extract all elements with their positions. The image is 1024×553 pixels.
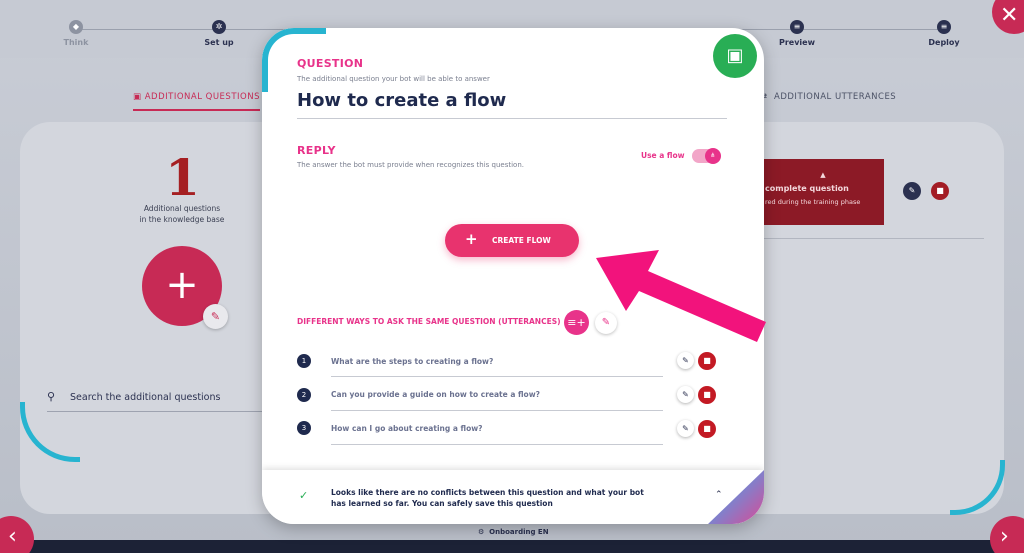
flow-icon: ⋔ <box>705 148 721 164</box>
card-title: complete question <box>765 184 849 193</box>
conflict-notice: ✓ Looks like there are no conflicts betw… <box>262 470 764 524</box>
plus-icon: + <box>165 262 199 308</box>
create-flow-label: CREATE FLOW <box>492 236 551 245</box>
questions-count-label: Additional questions in the knowledge ba… <box>122 203 242 225</box>
save-icon: ▣ <box>726 45 744 66</box>
card-subtitle: red during the training phase <box>765 198 861 206</box>
reply-subheading: The answer the bot must provide when rec… <box>297 161 524 169</box>
divider <box>762 238 984 239</box>
edit-button[interactable]: ✎ <box>203 304 228 329</box>
delete-utterance-button[interactable]: ■ <box>698 386 716 404</box>
delete-button[interactable]: ■ <box>931 182 949 200</box>
edit-utterance-button[interactable]: ✎ <box>677 352 694 369</box>
question-modal: ▣ QUESTION The additional question your … <box>262 28 764 524</box>
utterances-heading: DIFFERENT WAYS TO ASK THE SAME QUESTION … <box>297 317 561 326</box>
delete-utterance-button[interactable]: ■ <box>698 420 716 438</box>
divider <box>331 410 663 411</box>
incomplete-question-card[interactable]: ▲ complete question red during the train… <box>762 159 884 225</box>
trash-icon: ■ <box>703 356 711 365</box>
chevron-left-icon: ‹ <box>8 524 17 549</box>
step-setup[interactable]: ✲ Set up <box>179 20 259 47</box>
use-flow-label: Use a flow <box>641 151 685 160</box>
trash-icon: ■ <box>703 390 711 399</box>
onboarding-language[interactable]: ⚙ Onboarding EN <box>478 528 549 536</box>
warning-icon: ▲ <box>820 171 826 179</box>
count-label-line: Additional questions <box>143 204 221 213</box>
notice-text: Looks like there are no conflicts betwee… <box>331 488 644 508</box>
questions-count: 1 <box>165 148 200 207</box>
prev-button[interactable]: ‹ <box>0 516 34 553</box>
tab-label: ADDITIONAL UTTERANCES <box>774 92 897 102</box>
utterance-text[interactable]: What are the steps to creating a flow? <box>331 357 493 366</box>
search-placeholder: Search the additional questions <box>70 392 221 403</box>
question-heading: QUESTION <box>297 57 364 70</box>
bottom-bar <box>0 540 1024 553</box>
tab-additional-questions[interactable]: ▣ ADDITIONAL QUESTIONS <box>133 92 260 111</box>
trash-icon: ■ <box>936 186 944 195</box>
step-label: Deploy <box>928 38 960 47</box>
count-label-line: in the knowledge base <box>139 215 225 224</box>
reply-heading: REPLY <box>297 144 336 157</box>
utterance-number: 2 <box>297 388 311 402</box>
tab-additional-utterances[interactable]: ⇄ ADDITIONAL UTTERANCES <box>760 92 896 102</box>
deploy-icon: ≡ <box>937 20 951 34</box>
save-button[interactable]: ▣ <box>713 34 757 78</box>
step-label: Set up <box>204 38 234 47</box>
add-utterance-button[interactable]: ≡+ <box>564 310 589 335</box>
step-preview[interactable]: ≡ Preview <box>757 20 837 47</box>
playlist-add-icon: ≡+ <box>567 316 586 329</box>
pencil-icon: ✎ <box>682 356 689 365</box>
close-icon: ✕ <box>1000 3 1019 28</box>
question-subheading: The additional question your bot will be… <box>297 75 490 83</box>
decorative-arc <box>950 460 1005 515</box>
gear-icon: ✲ <box>212 20 226 34</box>
edit-utterance-button[interactable]: ✎ <box>677 420 694 437</box>
search-field[interactable]: ⚲ Search the additional questions <box>47 390 262 412</box>
utterance-text[interactable]: How can I go about creating a flow? <box>331 424 483 433</box>
trash-icon: ■ <box>703 424 711 433</box>
preview-icon: ≡ <box>790 20 804 34</box>
chevron-up-icon[interactable]: ⌃ <box>715 490 723 500</box>
shield-icon: ◆ <box>69 20 83 34</box>
edit-utterances-button[interactable]: ✎ <box>595 312 617 334</box>
use-flow-toggle[interactable]: ⋔ <box>692 148 721 164</box>
edit-utterance-button[interactable]: ✎ <box>677 386 694 403</box>
question-input[interactable]: How to create a flow <box>297 90 727 119</box>
step-think[interactable]: ◆ Think <box>36 20 116 47</box>
onboarding-label: Onboarding EN <box>489 528 549 536</box>
divider <box>331 444 663 445</box>
chevron-right-icon: › <box>1000 524 1009 549</box>
tab-label: ADDITIONAL QUESTIONS <box>144 92 260 102</box>
utterance-text[interactable]: Can you provide a guide on how to create… <box>331 390 540 399</box>
delete-utterance-button[interactable]: ■ <box>698 352 716 370</box>
search-icon: ⚲ <box>47 390 56 403</box>
pencil-icon: ✎ <box>682 390 689 399</box>
divider <box>331 376 663 377</box>
check-icon: ✓ <box>299 489 309 502</box>
pencil-icon: ✎ <box>601 317 611 328</box>
next-button[interactable]: › <box>990 516 1024 553</box>
step-deploy[interactable]: ≡ Deploy <box>904 20 984 47</box>
plus-icon: + <box>465 230 478 248</box>
step-label: Think <box>63 38 89 47</box>
pencil-icon: ✎ <box>908 186 916 195</box>
edit-button[interactable]: ✎ <box>903 182 921 200</box>
create-flow-button[interactable]: + CREATE FLOW <box>445 224 579 257</box>
step-label: Preview <box>778 38 815 47</box>
utterance-number: 1 <box>297 354 311 368</box>
utterance-number: 3 <box>297 421 311 435</box>
pencil-icon: ✎ <box>682 424 689 433</box>
pencil-icon: ✎ <box>210 310 221 323</box>
